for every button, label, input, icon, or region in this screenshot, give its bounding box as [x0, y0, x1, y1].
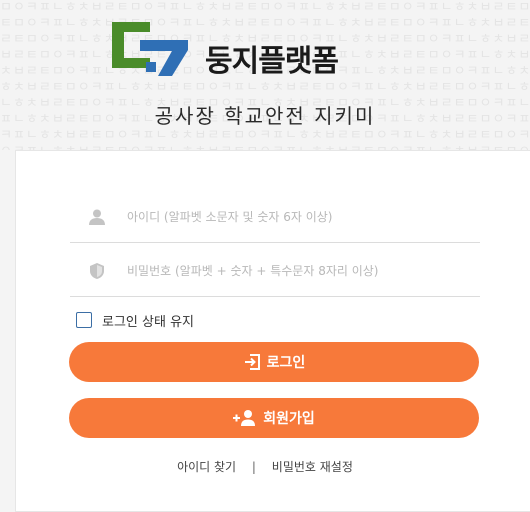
login-button[interactable]: 로그인 [69, 342, 479, 382]
password-input[interactable] [125, 256, 469, 286]
remember-login-label: 로그인 상태 유지 [102, 315, 194, 330]
checkbox-box[interactable] [76, 312, 92, 328]
password-field[interactable] [70, 244, 480, 297]
signup-button-label: 회원가입 [263, 411, 315, 427]
shield-icon [90, 263, 104, 279]
user-icon [89, 209, 105, 225]
id-input[interactable] [125, 202, 469, 232]
add-user-icon [233, 410, 256, 426]
brand-mark-icon [112, 22, 188, 76]
brand-name: 둥지플랫폼 [205, 44, 339, 79]
find-id-link[interactable]: 아이디 찾기 [177, 458, 236, 475]
id-field[interactable] [70, 190, 480, 243]
account-links: 아이디 찾기 | 비밀번호 재설정 [0, 458, 530, 475]
page-subtitle: 공사장 학교안전 지키미 [154, 104, 376, 128]
reset-password-link[interactable]: 비밀번호 재설정 [272, 458, 353, 475]
link-separator: | [251, 460, 256, 474]
brand-logo: 둥지플랫폼 [110, 18, 410, 79]
signup-button[interactable]: 회원가입 [69, 398, 479, 438]
login-button-label: 로그인 [266, 355, 306, 371]
login-icon [244, 354, 260, 370]
